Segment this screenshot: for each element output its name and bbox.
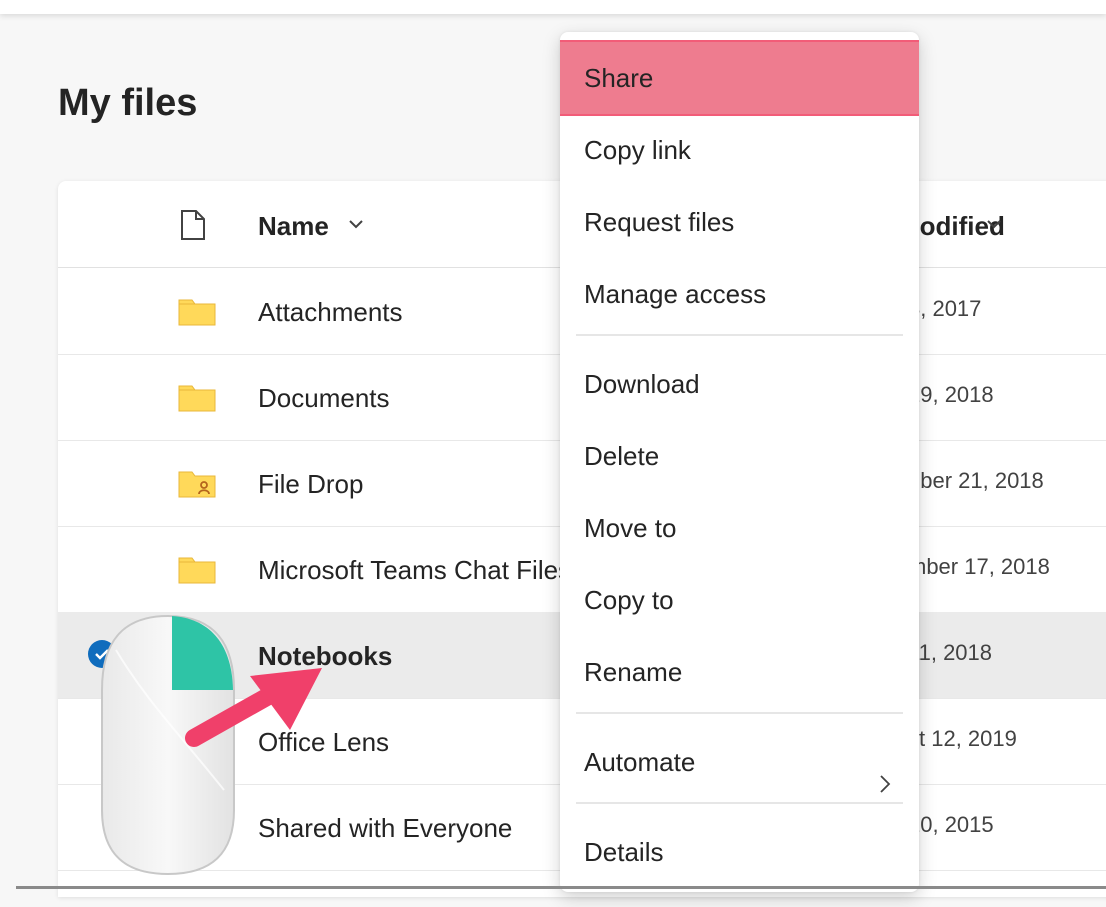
top-bar [0,0,1106,14]
menu-item-copy-to[interactable]: Copy to [560,564,919,636]
menu-divider [576,334,903,336]
page-title: My files [58,82,198,124]
chevron-down-icon[interactable] [348,217,364,235]
row-name[interactable]: Documents [258,383,390,414]
folder-icon [178,382,216,417]
menu-item-automate-label: Automate [584,747,696,777]
chevron-right-icon [879,750,891,822]
pointer-arrow-icon [180,668,330,763]
row-modified: 8, 2017 [908,296,982,321]
row-modified: 29, 2018 [908,382,994,407]
row-name[interactable]: Shared with Everyone [258,813,512,844]
shared-folder-icon [178,468,216,503]
menu-item-automate[interactable]: Automate [560,726,919,798]
menu-item-request-files[interactable]: Request files [560,186,919,258]
menu-item-copy-link[interactable]: Copy link [560,114,919,186]
row-name[interactable]: File Drop [258,469,363,500]
menu-divider [576,802,903,804]
context-menu: Share Copy link Request files Manage acc… [560,32,919,892]
menu-item-manage-access[interactable]: Manage access [560,258,919,330]
divider [16,886,1106,889]
menu-item-move-to[interactable]: Move to [560,492,919,564]
menu-divider [576,712,903,714]
folder-icon [178,554,216,589]
menu-item-share[interactable]: Share [560,40,919,116]
row-name[interactable]: Attachments [258,297,403,328]
menu-item-delete[interactable]: Delete [560,420,919,492]
row-modified: 11, 2018 [908,640,993,665]
row-modified: 20, 2015 [908,812,994,837]
folder-icon [178,296,216,331]
row-modified: st 12, 2019 [908,726,1017,751]
chevron-down-icon[interactable] [986,217,1002,235]
menu-item-rename[interactable]: Rename [560,636,919,708]
column-header-name[interactable]: Name [258,211,329,242]
menu-item-download[interactable]: Download [560,348,919,420]
row-modified: nber 21, 2018 [908,468,1044,493]
row-modified: mber 17, 2018 [908,554,1050,579]
file-type-icon[interactable] [180,209,206,246]
row-name[interactable]: Microsoft Teams Chat Files [258,555,571,586]
menu-item-details[interactable]: Details [560,816,919,888]
